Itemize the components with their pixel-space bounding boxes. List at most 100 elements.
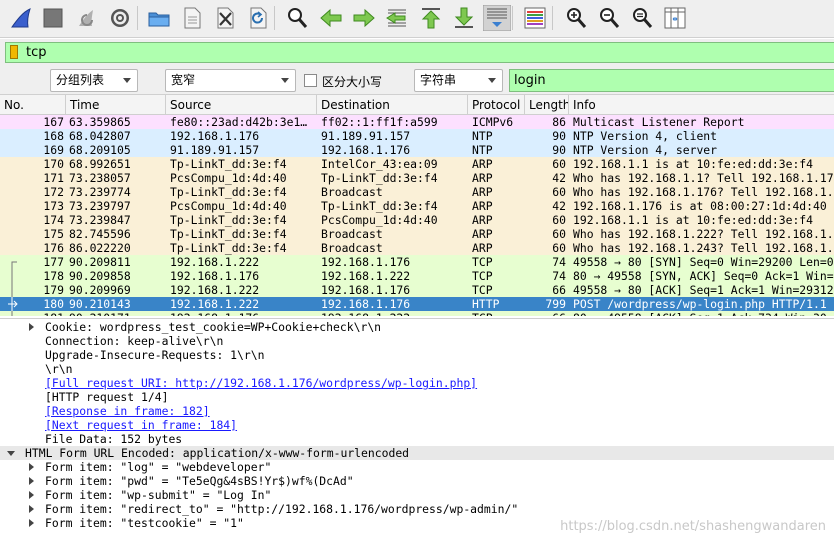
zoom-in-button[interactable]	[563, 5, 589, 31]
toolbar-separator	[512, 6, 513, 30]
table-row[interactable]: 176 86.022220 Tp-LinkT_dd:3e:f4 Broadcast AR…	[0, 241, 834, 255]
find-packet-button[interactable]	[284, 5, 310, 31]
search-scope-select[interactable]: 分组列表	[50, 69, 138, 92]
autoscroll-button[interactable]	[483, 5, 511, 31]
detail-tree-item[interactable]: Upgrade-Insecure-Requests: 1\r\n	[0, 348, 834, 362]
cell-no: 169	[43, 143, 64, 157]
detail-link-text[interactable]: [Response in frame: 182]	[45, 404, 210, 418]
packet-details-pane[interactable]: Cookie: wordpress_test_cookie=WP+Cookie+…	[0, 318, 834, 545]
cell-len: 86	[552, 115, 566, 129]
open-file-button[interactable]	[146, 5, 172, 31]
table-row[interactable]: 172 73.239774 Tp-LinkT_dd:3e:f4 Broadcast AR…	[0, 185, 834, 199]
column-header-source[interactable]: Source	[166, 95, 317, 115]
zoom-out-button[interactable]	[596, 5, 622, 31]
cell-dst: 91.189.91.157	[321, 129, 411, 143]
table-row[interactable]: 178 90.209858 192.168.1.176 192.168.1.222 TC…	[0, 269, 834, 283]
table-row[interactable]: 168 68.042807 192.168.1.176 91.189.91.157 NT…	[0, 129, 834, 143]
packet-list[interactable]: No. Time Source Destination Protocol Len…	[0, 95, 834, 316]
table-row[interactable]: 171 73.238057 PcsCompu_1d:4d:40 Tp-LinkT_dd…	[0, 171, 834, 185]
detail-tree-item[interactable]: Cookie: wordpress_test_cookie=WP+Cookie+…	[0, 320, 834, 334]
go-to-packet-button[interactable]	[384, 5, 410, 31]
cell-len: 60	[552, 241, 566, 255]
go-first-button[interactable]	[418, 5, 444, 31]
detail-tree-item[interactable]: HTML Form URL Encoded: application/x-www…	[0, 446, 834, 460]
expand-closed-icon[interactable]	[26, 320, 36, 334]
conversation-bracket-icon	[8, 283, 18, 297]
expand-closed-icon[interactable]	[26, 502, 36, 516]
zoom-normal-button[interactable]	[629, 5, 655, 31]
cell-dst: Broadcast	[321, 241, 383, 255]
detail-tree-item[interactable]: [HTTP request 1/4]	[0, 390, 834, 404]
display-filter-bar: tcp	[0, 39, 834, 66]
detail-link-text[interactable]: [Next request in frame: 184]	[45, 418, 237, 432]
reload-file-button[interactable]	[245, 5, 271, 31]
close-file-icon	[213, 6, 237, 30]
expand-open-icon[interactable]	[6, 446, 16, 460]
detail-tree-item[interactable]: File Data: 152 bytes	[0, 432, 834, 446]
expand-closed-icon[interactable]	[26, 474, 36, 488]
table-row[interactable]: 175 82.745596 Tp-LinkT_dd:3e:f4 Broadcast AR…	[0, 227, 834, 241]
table-row[interactable]: 169 68.209105 91.189.91.157 192.168.1.176 NT…	[0, 143, 834, 157]
cell-info: Who has 192.168.1.1? Tell 192.168.1.176	[573, 171, 834, 185]
resize-columns-button[interactable]	[662, 5, 688, 31]
chevron-down-icon	[123, 78, 131, 83]
expand-closed-icon[interactable]	[26, 516, 36, 530]
table-row[interactable]: 174 73.239847 Tp-LinkT_dd:3e:f4 PcsCompu_1d…	[0, 213, 834, 227]
save-file-button[interactable]	[179, 5, 205, 31]
cell-len: 799	[545, 297, 566, 311]
go-last-button[interactable]	[451, 5, 477, 31]
detail-tree-item[interactable]: Form item: "redirect_to" = "http://192.1…	[0, 502, 834, 516]
find-string-input[interactable]: login	[509, 69, 834, 92]
stop-capture-button[interactable]	[40, 5, 66, 31]
table-row[interactable]: 177 90.209811 192.168.1.222 192.168.1.176 TC…	[0, 255, 834, 269]
table-row-selected[interactable]: 180 90.210143 192.168.1.222 192.168.1.176 HT…	[0, 297, 834, 311]
detail-tree-item[interactable]: \r\n	[0, 362, 834, 376]
cell-dst: Broadcast	[321, 185, 383, 199]
table-row[interactable]: 170 68.992651 Tp-LinkT_dd:3e:f4 IntelCor_43…	[0, 157, 834, 171]
start-capture-button[interactable]	[8, 5, 34, 31]
filter-bookmark-icon[interactable]	[10, 45, 18, 59]
table-row[interactable]: 173 73.239797 PcsCompu_1d:4d:40 Tp-LinkT_dd…	[0, 199, 834, 213]
cell-info: 192.168.1.1 is at 10:fe:ed:dd:3e:f4	[573, 157, 814, 171]
cell-dst: IntelCor_43:ea:09	[321, 157, 438, 171]
restart-capture-button[interactable]	[74, 5, 100, 31]
cell-src: Tp-LinkT_dd:3e:f4	[170, 157, 287, 171]
cell-dst: Tp-LinkT_dd:3e:f4	[321, 199, 438, 213]
detail-tree-item[interactable]: Form item: "pwd" = "Te5eQg&4sBS!Yr$)wf%(…	[0, 474, 834, 488]
column-header-length[interactable]: Length	[525, 95, 569, 115]
cell-info: NTP Version 4, server	[573, 143, 718, 157]
column-header-protocol[interactable]: Protocol	[468, 95, 525, 115]
capture-options-button[interactable]	[107, 5, 133, 31]
detail-link-text[interactable]: [Full request URI: http://192.168.1.176/…	[45, 376, 477, 390]
search-type-select[interactable]: 字符串	[414, 69, 503, 92]
column-header-info[interactable]: Info	[569, 95, 834, 115]
cell-len: 66	[552, 283, 566, 297]
column-header-no[interactable]: No.	[0, 95, 66, 115]
detail-tree-item[interactable]: Connection: keep-alive\r\n	[0, 334, 834, 348]
table-row[interactable]: 167 63.359865 fe80::23ad:d42b:3e1… ff02::1:…	[0, 115, 834, 129]
table-row[interactable]: 179 90.209969 192.168.1.222 192.168.1.176 TC…	[0, 283, 834, 297]
colorize-button[interactable]	[522, 5, 548, 31]
close-file-button[interactable]	[212, 5, 238, 31]
column-header-time[interactable]: Time	[66, 95, 166, 115]
charset-select[interactable]: 宽窄	[165, 69, 296, 92]
detail-tree-item[interactable]: [Response in frame: 182]	[0, 404, 834, 418]
go-back-button[interactable]	[318, 5, 344, 31]
go-forward-button[interactable]	[351, 5, 377, 31]
cell-info: 192.168.1.176 is at 08:00:27:1d:4d:40	[573, 199, 827, 213]
find-packet-bar: 分组列表 宽窄 区分大小写 字符串 login	[0, 66, 834, 95]
cell-time: 68.209105	[69, 143, 131, 157]
table-row[interactable]: 18190.210171192.168.1.176192.168.1.222TC…	[0, 311, 834, 316]
case-sensitive-checkbox[interactable]	[304, 74, 317, 87]
display-filter-input[interactable]: tcp	[5, 42, 834, 63]
expand-closed-icon[interactable]	[26, 460, 36, 474]
detail-tree-item[interactable]: [Next request in frame: 184]	[0, 418, 834, 432]
toolbar-separator	[552, 6, 553, 30]
detail-tree-item[interactable]: Form item: "log" = "webdeveloper"	[0, 460, 834, 474]
detail-tree-item[interactable]: Form item: "wp-submit" = "Log In"	[0, 488, 834, 502]
cell-src: PcsCompu_1d:4d:40	[170, 199, 287, 213]
detail-tree-item[interactable]: [Full request URI: http://192.168.1.176/…	[0, 376, 834, 390]
column-header-destination[interactable]: Destination	[317, 95, 468, 115]
expand-closed-icon[interactable]	[26, 488, 36, 502]
cell-info: 192.168.1.1 is at 10:fe:ed:dd:3e:f4	[573, 213, 814, 227]
